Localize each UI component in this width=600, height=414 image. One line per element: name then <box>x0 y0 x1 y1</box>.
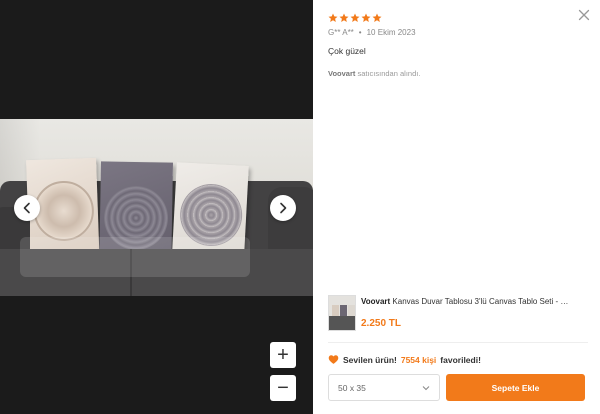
favorite-suffix: favoriledi! <box>440 354 481 365</box>
star-icon <box>361 13 371 22</box>
product-title[interactable]: Voovart Kanvas Duvar Tablosu 3'lü Canvas… <box>361 297 589 306</box>
favorite-banner: Sevilen ürün! 7554 kişi favoriledi! <box>328 354 481 365</box>
meta-separator: • <box>358 28 362 37</box>
review-comment: Çok güzel <box>328 46 366 56</box>
review-detail-panel: G** A** • 10 Ekim 2023 Çok güzel Voovart… <box>313 0 600 414</box>
tree-ring-1 <box>32 179 95 242</box>
product-summary[interactable]: Voovart Kanvas Duvar Tablosu 3'lü Canvas… <box>328 293 588 338</box>
thumb-canvas-2 <box>340 305 347 316</box>
star-icon <box>350 13 360 22</box>
chevron-down-icon <box>422 385 430 390</box>
seller-note: Voovart satıcısından alındı. <box>328 69 420 78</box>
product-brand: Voovart <box>361 297 391 306</box>
reviewer-name: G** A** <box>328 28 354 37</box>
divider <box>328 342 588 343</box>
close-icon[interactable] <box>578 9 590 21</box>
seller-name[interactable]: Voovart <box>328 69 355 78</box>
star-icon <box>339 13 349 22</box>
chevron-left-icon <box>23 202 30 214</box>
rating-stars <box>328 13 382 23</box>
favorite-count: 7554 kişi <box>400 354 437 365</box>
favorite-prefix: Sevilen ürün! <box>343 354 397 365</box>
previous-image-button[interactable] <box>14 195 40 221</box>
seller-suffix: satıcısından alındı. <box>355 69 421 78</box>
size-select[interactable]: 50 x 35 <box>328 374 440 401</box>
star-icon <box>328 13 338 22</box>
reviewer-meta: G** A** • 10 Ekim 2023 <box>328 28 416 37</box>
size-select-value: 50 x 35 <box>338 382 366 393</box>
thumb-canvas-3 <box>348 305 355 316</box>
review-date: 10 Ekim 2023 <box>366 28 416 37</box>
review-photo <box>0 119 313 296</box>
product-name: Kanvas Duvar Tablosu 3'lü Canvas Tablo S… <box>390 297 569 306</box>
image-gallery: + − <box>0 0 313 414</box>
heart-icon <box>328 355 339 364</box>
product-price: 2.250 TL <box>361 318 402 329</box>
zoom-in-button[interactable]: + <box>270 342 296 368</box>
chevron-right-icon <box>280 202 287 214</box>
product-thumbnail[interactable] <box>328 295 356 331</box>
add-to-cart-button[interactable]: Sepete Ekle <box>446 374 585 401</box>
thumb-sofa <box>329 316 355 330</box>
plastic-wrap <box>20 237 250 277</box>
thumb-canvas-1 <box>332 305 339 316</box>
next-image-button[interactable] <box>270 195 296 221</box>
zoom-out-button[interactable]: − <box>270 375 296 401</box>
star-icon <box>372 13 382 22</box>
